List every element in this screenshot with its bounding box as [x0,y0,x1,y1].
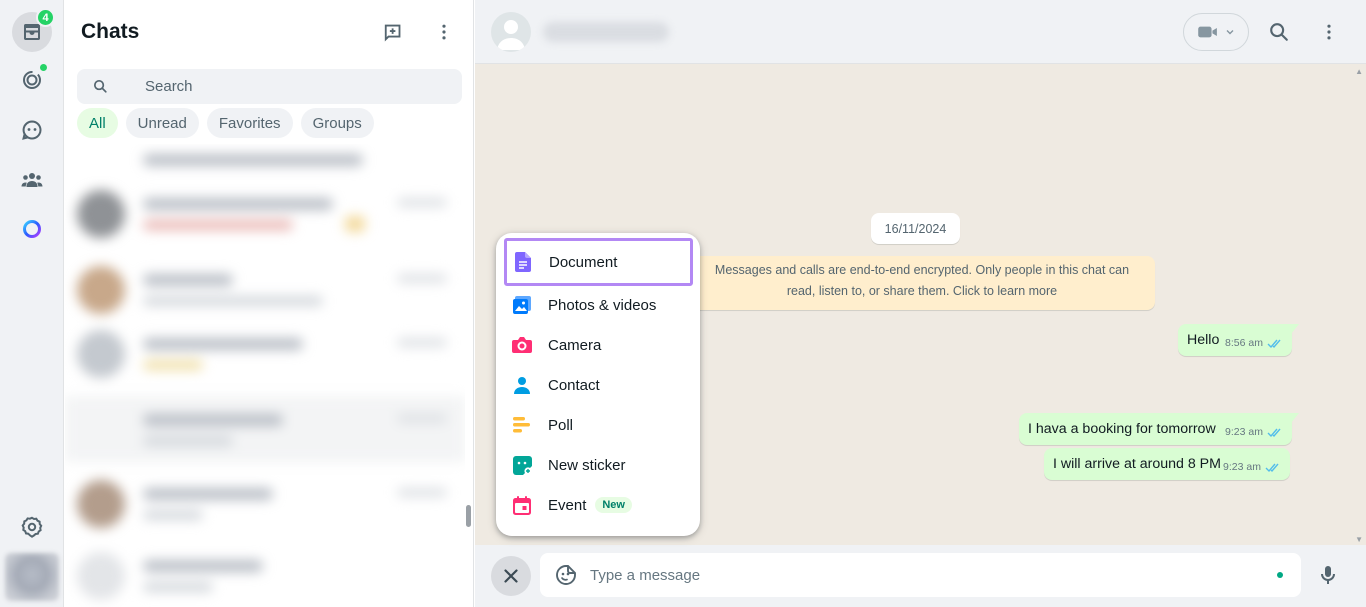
encryption-notice[interactable]: Messages and calls are end-to-end encryp… [689,256,1155,310]
meta-ai-nav-button[interactable] [12,209,52,249]
microphone-icon[interactable] [1316,563,1340,587]
attach-contact[interactable]: Contact [506,366,692,404]
settings-nav-button[interactable] [12,507,52,547]
attach-camera[interactable]: Camera [506,326,692,364]
document-icon [513,252,533,272]
double-check-icon [1267,339,1281,348]
attach-document[interactable]: Document [504,238,693,286]
contact-name [543,22,669,42]
event-icon [512,495,532,515]
camera-icon [512,335,532,355]
search-messages-button[interactable] [1267,20,1291,44]
list-item[interactable] [65,470,465,536]
new-chat-icon [384,24,401,42]
attach-photos-videos[interactable]: Photos & videos [506,286,692,324]
close-icon [504,569,518,583]
scroll-up-arrow[interactable]: ▲ [1355,67,1363,76]
chat-list [65,144,465,607]
conversation-header[interactable] [475,0,1366,64]
message-bubble[interactable]: I hava a booking for tomorrow 9:23 am [1019,413,1299,445]
filter-favorites[interactable]: Favorites [206,108,293,138]
message-text: Hello [1187,332,1220,348]
search-bar[interactable] [77,69,462,104]
photos-icon [512,295,532,315]
filter-chips: All Unread Favorites Groups [77,108,374,138]
message-time: 9:23 am [1223,461,1261,473]
new-chat-button[interactable] [381,19,407,45]
message-time: 8:56 am [1225,337,1263,349]
settings-icon [21,516,43,538]
list-item[interactable] [65,396,465,462]
list-item[interactable] [65,180,465,246]
poll-icon [512,415,532,435]
message-input-box[interactable] [540,553,1301,597]
kebab-menu-icon [442,24,446,40]
unread-count-badge: 4 [36,8,55,27]
sticker-icon [512,455,532,475]
message-bubble[interactable]: I will arrive at around 8 PM 9:23 am [1044,448,1290,480]
chats-nav-button[interactable]: 4 [12,8,55,52]
chat-list-panel: Chats All Unread Favorites Groups [65,0,474,607]
list-item[interactable] [65,256,465,322]
video-call-button[interactable] [1183,13,1249,51]
menu-button[interactable] [431,19,457,45]
message-input[interactable] [590,553,1240,597]
search-icon [93,79,107,93]
scroll-down-arrow[interactable]: ▼ [1355,535,1363,544]
meta-ai-icon [23,220,41,238]
filter-all[interactable]: All [77,108,118,138]
kebab-menu-icon [1327,24,1331,40]
close-attach-button[interactable] [491,556,531,596]
panel-title: Chats [81,20,140,43]
new-badge: New [595,497,632,513]
message-text: I will arrive at around 8 PM [1053,456,1221,472]
contact-avatar[interactable] [491,12,531,52]
video-camera-icon [1198,26,1217,38]
nav-rail: 4 [0,0,64,607]
channels-nav-button[interactable] [12,110,52,150]
message-time: 9:23 am [1225,426,1263,438]
indicator-dot [1277,572,1283,578]
filter-groups[interactable]: Groups [300,108,374,138]
list-item[interactable] [65,542,465,607]
attach-menu: Document Photos & videos Camera Contact … [496,233,700,536]
double-check-icon [1267,428,1281,437]
communities-nav-button[interactable] [12,160,52,200]
composer [475,545,1366,607]
search-icon [1270,23,1288,41]
list-item[interactable] [65,320,465,386]
channels-icon [22,120,42,140]
chevron-down-icon [1226,30,1234,35]
status-icon [23,71,41,89]
attach-new-sticker[interactable]: New sticker [506,446,692,484]
filter-unread[interactable]: Unread [125,108,199,138]
attach-poll[interactable]: Poll [506,406,692,444]
chat-list-scrollbar[interactable] [466,505,471,527]
default-avatar-icon [497,20,525,50]
status-nav-button[interactable] [12,60,52,100]
message-text: I hava a booking for tomorrow [1028,421,1216,437]
message-bubble[interactable]: Hello 8:56 am [1178,324,1299,356]
date-separator: 16/11/2024 [871,213,960,244]
contact-icon [512,375,532,395]
search-input[interactable] [145,69,445,104]
communities-icon [21,173,43,187]
attach-event[interactable]: Event New [506,486,692,524]
chat-menu-button[interactable] [1317,20,1341,44]
emoji-sticker-icon[interactable] [554,563,578,587]
list-item[interactable] [65,144,465,180]
profile-avatar[interactable] [5,553,59,601]
double-check-icon [1265,463,1279,472]
status-update-dot [39,63,48,72]
